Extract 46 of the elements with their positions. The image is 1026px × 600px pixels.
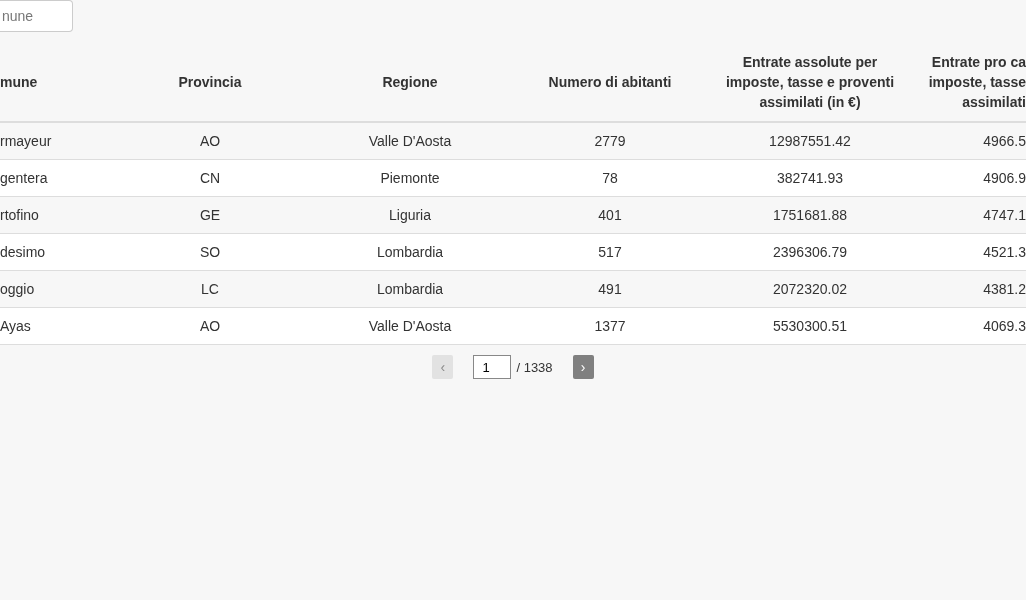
- table-cell: AO: [199, 133, 221, 149]
- table-cell: oggio: [0, 281, 35, 297]
- table-cell: 1377: [594, 318, 626, 334]
- table-cell: 2396306.79: [773, 244, 847, 260]
- table-cell: 5530300.51: [773, 318, 847, 334]
- table-cell: Piemonte: [380, 170, 440, 186]
- table-cell: 4381.2: [983, 281, 1026, 297]
- table-cell: 4906.9: [983, 170, 1026, 186]
- page-total: / 1338: [516, 359, 553, 375]
- table-cell: 2072320.02: [773, 281, 847, 297]
- table-cell: 4966.5: [983, 133, 1026, 149]
- table-cell: AO: [199, 318, 221, 334]
- table-cell: Liguria: [389, 207, 431, 223]
- column-header[interactable]: Entrate pro ca imposte, tasse assimilati: [910, 51, 1026, 112]
- table-cell: gentera: [0, 170, 48, 186]
- table-cell: 2779: [594, 133, 626, 149]
- column-header[interactable]: Entrate assolute per imposte, tasse e proventi assimilati (in €): [710, 51, 910, 112]
- table-cell: 78: [602, 170, 618, 186]
- column-header[interactable]: Regione: [310, 71, 510, 92]
- table-cell: 4069.3: [983, 318, 1026, 334]
- table-cell: Valle D'Aosta: [368, 133, 452, 149]
- table-cell: rmayeur: [0, 133, 52, 149]
- table-cell: 4521.3: [983, 244, 1026, 260]
- column-header[interactable]: mune: [0, 71, 110, 92]
- table-cell: CN: [199, 170, 221, 186]
- table-cell: desimo: [0, 244, 46, 260]
- table-cell: Valle D'Aosta: [368, 318, 452, 334]
- table-cell: 382741.93: [776, 170, 844, 186]
- column-header[interactable]: Numero di abitanti: [510, 71, 710, 92]
- table-cell: 1751681.88: [773, 207, 847, 223]
- page-number-field[interactable]: 1: [473, 355, 512, 379]
- table-cell: 401: [598, 207, 622, 223]
- table-cell: Ayas: [0, 318, 31, 334]
- table-cell: 4747.1: [983, 207, 1026, 223]
- column-header[interactable]: Provincia: [110, 71, 310, 92]
- table-cell: 491: [598, 281, 622, 297]
- next-page-button[interactable]: ›: [572, 355, 594, 379]
- table-cell: 517: [598, 244, 622, 260]
- table-cell: SO: [199, 244, 221, 260]
- table-cell: rtofino: [0, 207, 39, 223]
- table-cell: Lombardia: [376, 281, 444, 297]
- table-cell: LC: [201, 281, 219, 297]
- table-cell: Lombardia: [376, 244, 444, 260]
- search-field[interactable]: nune: [0, 0, 73, 32]
- table-cell: GE: [199, 207, 221, 223]
- table-cell: 12987551.42: [769, 133, 851, 149]
